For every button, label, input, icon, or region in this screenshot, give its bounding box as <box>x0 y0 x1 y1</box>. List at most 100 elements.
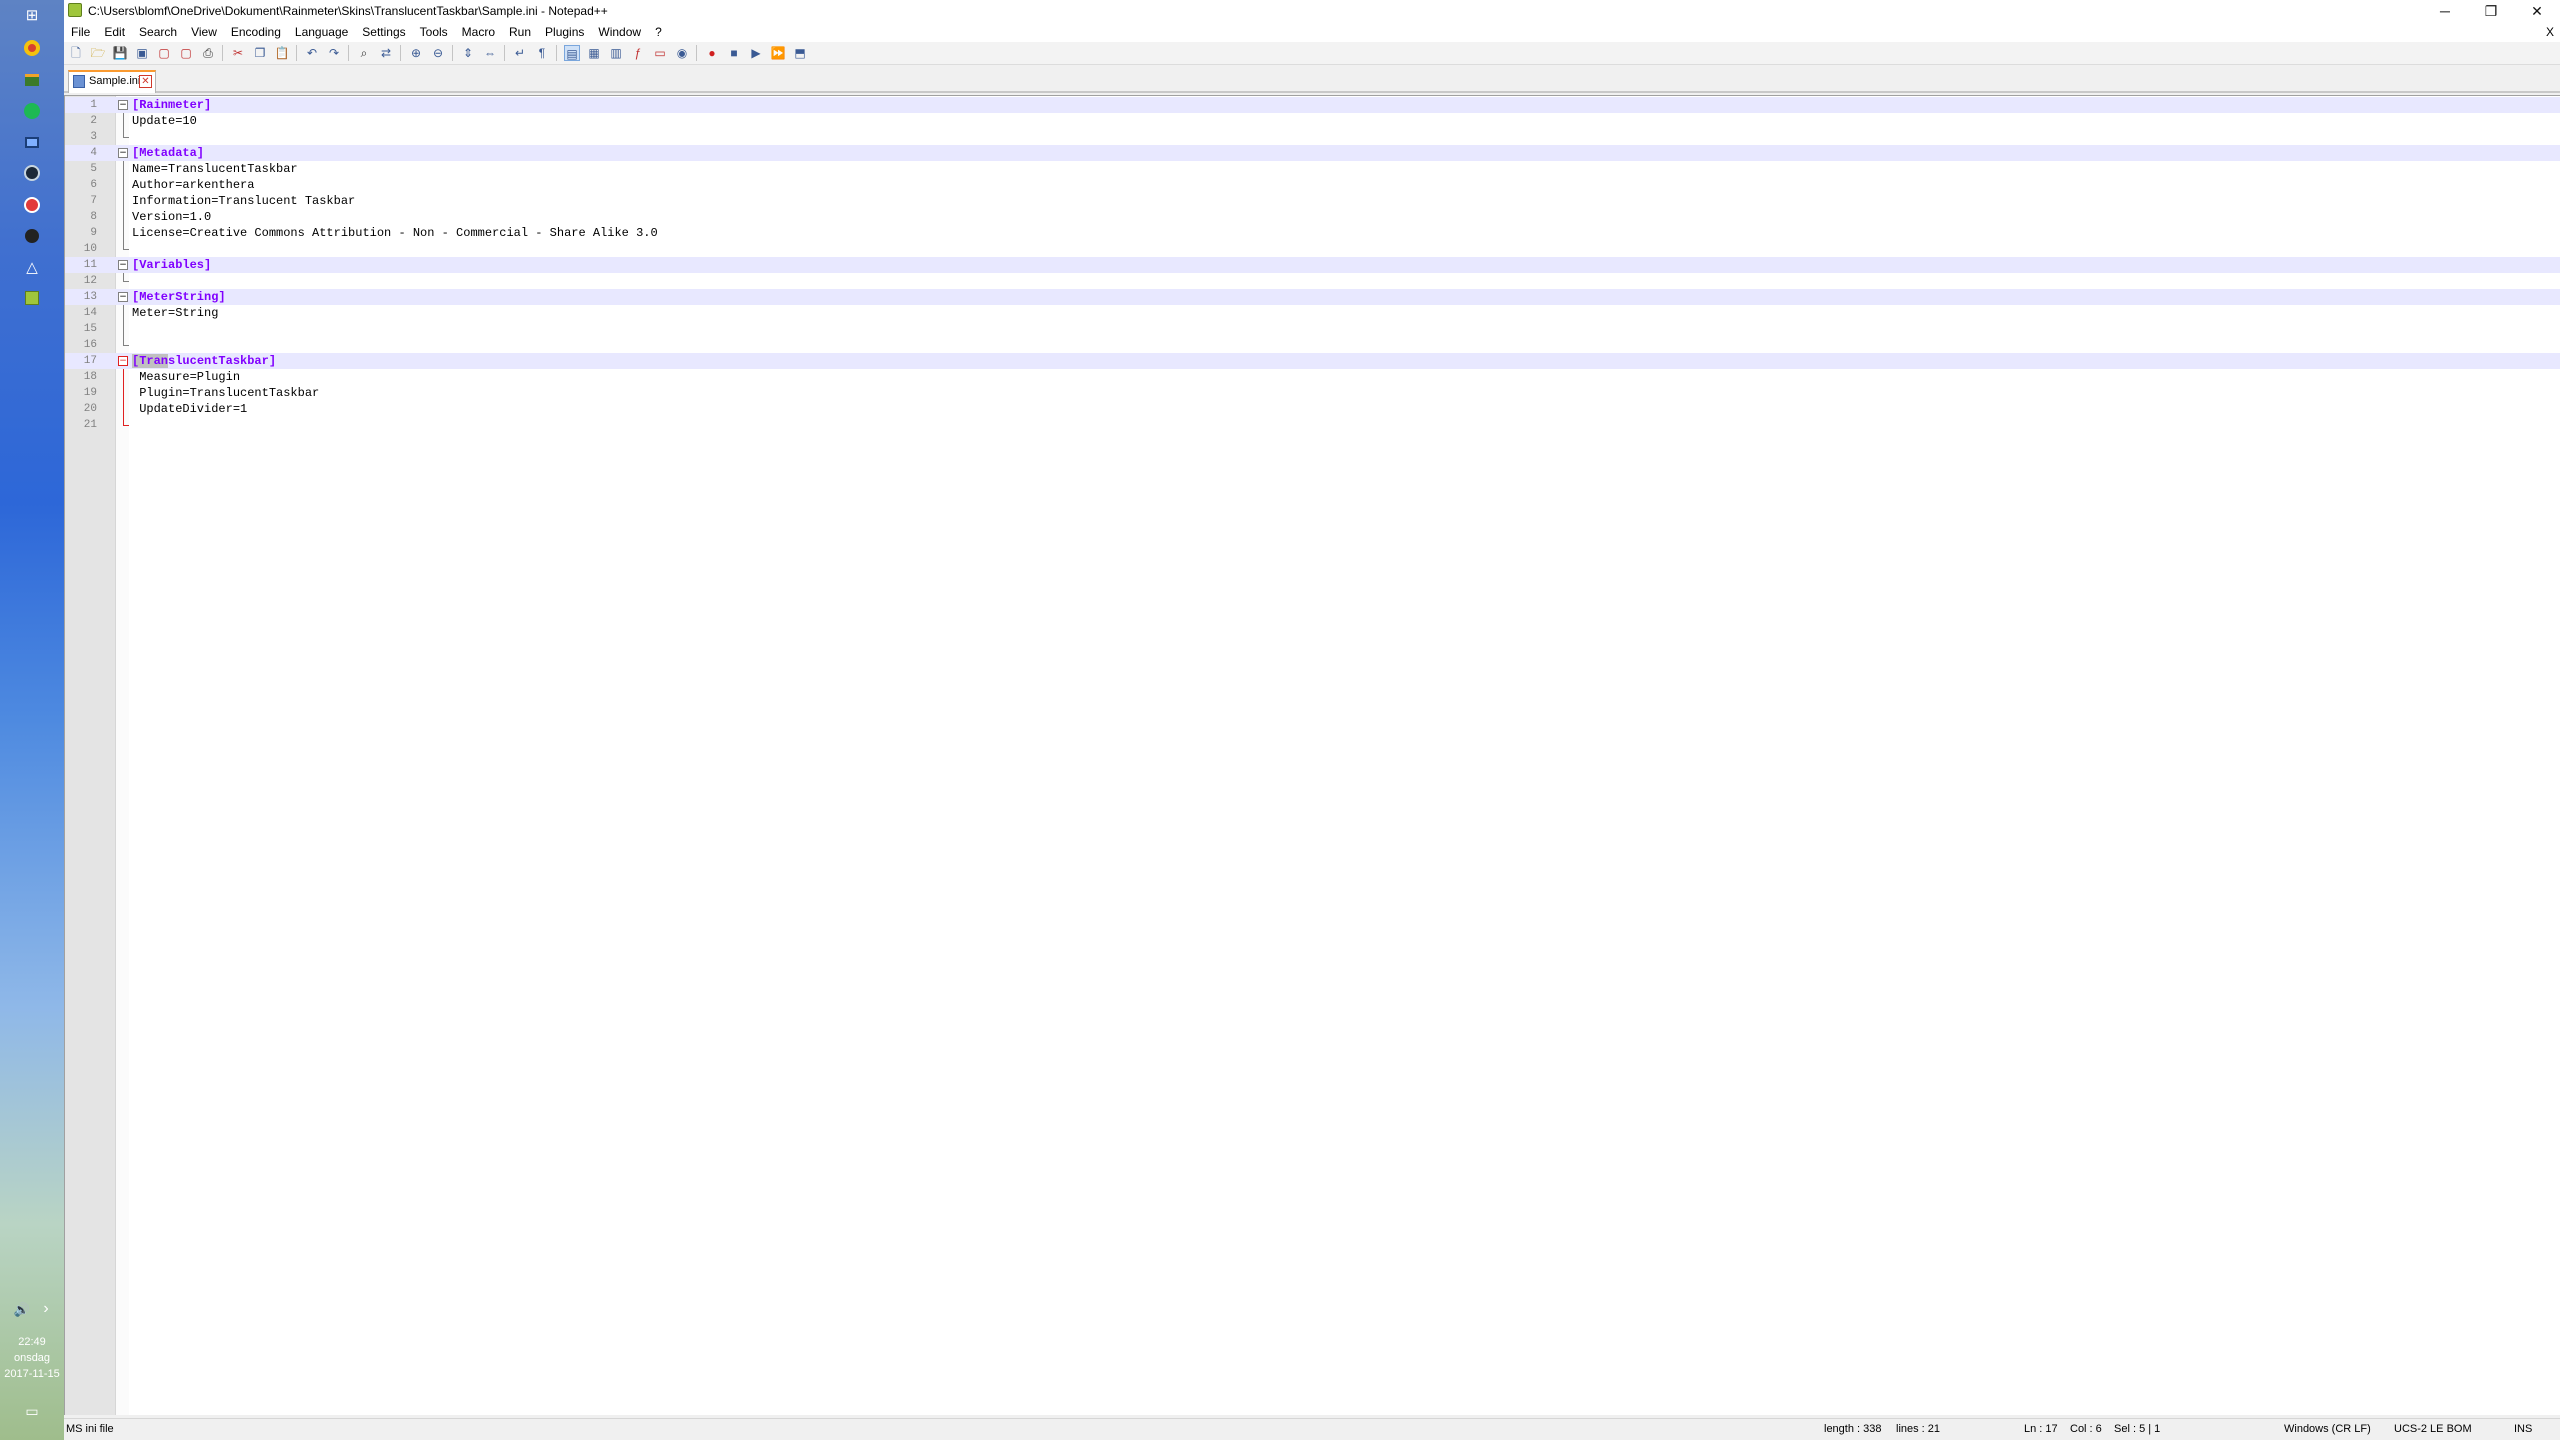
menu-language[interactable]: Language <box>288 22 355 42</box>
play-macro-icon[interactable]: ▶ <box>748 45 764 61</box>
code-line[interactable]: 12 <box>65 273 2560 289</box>
code-line[interactable]: 5 Name=TranslucentTaskbar <box>65 161 2560 177</box>
code-line[interactable]: 21 <box>65 417 2560 433</box>
status-encoding[interactable]: UCS-2 LE BOM <box>2394 1419 2472 1440</box>
monitoring-icon[interactable]: ◉ <box>674 45 690 61</box>
code-editor[interactable]: 1− [Rainmeter] 2 Update=10 3 4− [Metadata] 5 Nam… <box>64 95 2560 1415</box>
title-bar[interactable]: C:\Users\blomf\OneDrive\Dokument\Rainmet… <box>64 0 2560 22</box>
code-line[interactable]: 18 Measure=Plugin <box>65 369 2560 385</box>
code-line[interactable]: 10 <box>65 241 2560 257</box>
close-file-icon[interactable]: ▢ <box>156 45 172 61</box>
app-dark-icon[interactable] <box>20 225 44 247</box>
document-map-icon[interactable]: ▥ <box>608 45 624 61</box>
chrome-icon[interactable] <box>20 37 44 59</box>
menu-run[interactable]: Run <box>502 22 538 42</box>
tab-close-icon[interactable]: ✕ <box>139 75 152 88</box>
function-list-icon[interactable]: ƒ <box>630 45 646 61</box>
indent-guide-icon[interactable]: ▤ <box>564 45 580 61</box>
fold-guide <box>123 113 124 129</box>
status-insert-mode[interactable]: INS <box>2514 1419 2532 1440</box>
clock-time: 22:49 <box>18 1336 46 1348</box>
zoom-in-icon[interactable]: ⊕ <box>408 45 424 61</box>
code-line[interactable]: 14 Meter=String <box>65 305 2560 321</box>
code-line[interactable]: 3 <box>65 129 2560 145</box>
code-line[interactable]: 9 License=Creative Commons Attribution - … <box>65 225 2560 241</box>
replace-icon[interactable]: ⇄ <box>378 45 394 61</box>
menu-encoding[interactable]: Encoding <box>224 22 288 42</box>
new-file-icon[interactable]: 🗋 <box>68 45 84 61</box>
menu-plugins[interactable]: Plugins <box>538 22 591 42</box>
code-line[interactable]: 19 Plugin=TranslucentTaskbar <box>65 385 2560 401</box>
menu-settings[interactable]: Settings <box>355 22 412 42</box>
close-button[interactable]: ✕ <box>2514 0 2560 22</box>
tray-chevron-icon[interactable]: › <box>34 1298 58 1320</box>
record-macro-icon[interactable]: ● <box>704 45 720 61</box>
show-all-chars-icon[interactable]: ¶ <box>534 45 550 61</box>
fold-toggle-icon[interactable]: − <box>118 100 128 110</box>
paste-icon[interactable]: 📋 <box>274 45 290 61</box>
line-number: 6 <box>90 179 97 191</box>
code-text: Meter=String <box>132 306 219 320</box>
code-line[interactable]: 4 − [Metadata] <box>65 145 2560 161</box>
steam-icon[interactable] <box>20 162 44 184</box>
open-file-icon[interactable]: 🗁 <box>90 45 106 61</box>
fold-toggle-icon[interactable]: − <box>118 292 128 302</box>
copy-icon[interactable]: ❐ <box>252 45 268 61</box>
store-icon[interactable] <box>20 69 44 91</box>
fold-toggle-icon[interactable]: − <box>118 356 128 366</box>
restore-button[interactable]: ❐ <box>2468 0 2514 22</box>
zoom-out-icon[interactable]: ⊖ <box>430 45 446 61</box>
code-line[interactable]: 17 − [TranslucentTaskbar] <box>65 353 2560 369</box>
cut-icon[interactable]: ✂ <box>230 45 246 61</box>
fold-toggle-icon[interactable]: − <box>118 260 128 270</box>
menu-view[interactable]: View <box>184 22 224 42</box>
code-line[interactable]: 6 Author=arkenthera <box>65 177 2560 193</box>
stop-macro-icon[interactable]: ■ <box>726 45 742 61</box>
save-all-icon[interactable]: ▣ <box>134 45 150 61</box>
tab-sample-ini[interactable]: Sample.ini ✕ <box>68 70 156 93</box>
taskbar-clock[interactable]: 22:49 onsdag 2017-11-15 <box>0 1334 64 1382</box>
menu-file[interactable]: File <box>64 22 97 42</box>
action-center-icon[interactable]: ▭ <box>20 1400 44 1422</box>
fold-toggle-icon[interactable]: − <box>118 148 128 158</box>
print-icon[interactable]: ⎙ <box>200 45 216 61</box>
volume-icon[interactable]: 🔊 <box>10 1298 34 1320</box>
windows-start-icon[interactable]: ⊞ <box>20 4 44 26</box>
code-line[interactable]: 1 − [Rainmeter] <box>65 97 2560 113</box>
app-red-icon[interactable] <box>20 194 44 216</box>
user-language-icon[interactable]: ▦ <box>586 45 602 61</box>
code-line[interactable]: 15 <box>65 321 2560 337</box>
triangle-app-icon[interactable]: △ <box>20 256 44 278</box>
close-document-button[interactable]: X <box>2546 22 2554 42</box>
line-number: 7 <box>90 195 97 207</box>
close-all-icon[interactable]: ▢ <box>178 45 194 61</box>
menu-window[interactable]: Window <box>591 22 648 42</box>
menu-search[interactable]: Search <box>132 22 184 42</box>
menu-edit[interactable]: Edit <box>97 22 132 42</box>
run-macro-multiple-icon[interactable]: ⏩ <box>770 45 786 61</box>
status-eol[interactable]: Windows (CR LF) <box>2284 1419 2371 1440</box>
monitor-icon[interactable] <box>20 131 44 153</box>
minimize-button[interactable]: ─ <box>2422 0 2468 22</box>
menu-help[interactable]: ? <box>648 22 669 42</box>
save-macro-icon[interactable]: ⬒ <box>792 45 808 61</box>
menu-macro[interactable]: Macro <box>455 22 502 42</box>
code-line[interactable]: 11 − [Variables] <box>65 257 2560 273</box>
word-wrap-icon[interactable]: ↵ <box>512 45 528 61</box>
notepadpp-icon[interactable] <box>20 287 44 309</box>
redo-icon[interactable]: ↷ <box>326 45 342 61</box>
code-line[interactable]: 20 UpdateDivider=1 <box>65 401 2560 417</box>
code-line[interactable]: 8 Version=1.0 <box>65 209 2560 225</box>
code-line[interactable]: 2 Update=10 <box>65 113 2560 129</box>
save-icon[interactable]: 💾 <box>112 45 128 61</box>
spotify-icon[interactable] <box>20 100 44 122</box>
code-line[interactable]: 16 <box>65 337 2560 353</box>
sync-vertical-icon[interactable]: ⇕ <box>460 45 476 61</box>
undo-icon[interactable]: ↶ <box>304 45 320 61</box>
menu-tools[interactable]: Tools <box>413 22 455 42</box>
sync-horizontal-icon[interactable]: ⇔ <box>482 45 498 61</box>
find-icon[interactable]: ⌕ <box>356 45 372 61</box>
folder-as-workspace-icon[interactable]: ▭ <box>652 45 668 61</box>
code-line[interactable]: 13 − [MeterString] <box>65 289 2560 305</box>
code-line[interactable]: 7 Information=Translucent Taskbar <box>65 193 2560 209</box>
